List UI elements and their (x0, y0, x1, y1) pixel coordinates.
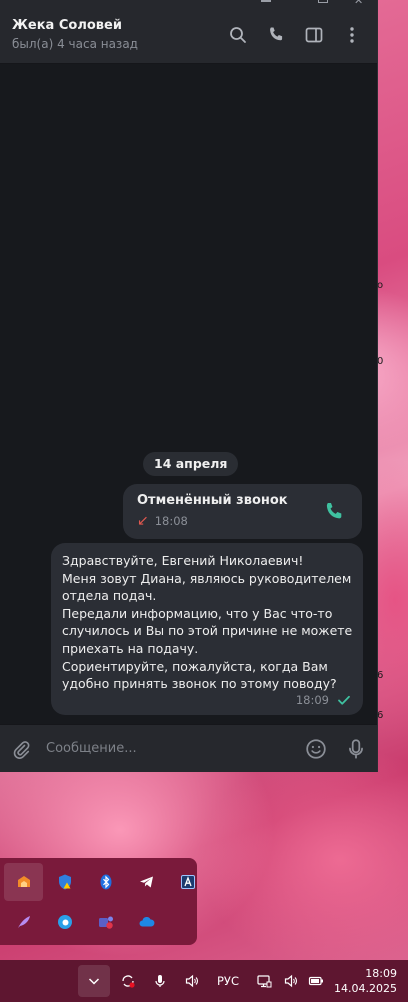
attach-paperclip-icon[interactable] (8, 736, 34, 762)
volume-button[interactable] (280, 965, 302, 997)
call-time: 18:08 (154, 514, 188, 528)
teams-icon (98, 916, 113, 929)
taskbar: РУС 18:09 14.04.2025 (0, 960, 408, 1002)
background-window-fragment: 0 (377, 356, 384, 367)
tray-icon-app-a[interactable] (168, 863, 207, 901)
background-window-fragment: 6 (377, 670, 384, 681)
tray-icon-onedrive[interactable] (127, 903, 166, 941)
maximize-icon[interactable] (318, 0, 328, 3)
minimize-icon[interactable] (261, 0, 271, 2)
call-back-icon[interactable] (322, 500, 346, 524)
network-button[interactable] (248, 965, 280, 997)
phone-call-icon[interactable] (263, 22, 289, 48)
sync-icon (122, 975, 135, 988)
message-line: удобно принять звонок по этому поводу? (62, 676, 337, 692)
background-window-fragment: o (377, 280, 384, 291)
tray-overflow-popup (0, 858, 197, 945)
message-line: Здравствуйте, Евгений Николаевич! (62, 553, 304, 568)
microphone-tray-button[interactable] (144, 965, 176, 997)
message-composer (0, 724, 377, 772)
tray-icon-telegram[interactable] (127, 863, 166, 901)
peer-status: был(а) 4 часа назад (12, 37, 138, 51)
tray-icon-teams[interactable] (86, 903, 125, 941)
tray-icon-edge[interactable] (45, 903, 84, 941)
clock-date: 14.04.2025 (334, 982, 397, 995)
message-time: 18:09 (295, 693, 329, 707)
clock-time: 18:09 (365, 967, 397, 980)
chat-header: Жека Соловей был(а) 4 часа назад (0, 6, 377, 64)
message-line: Сориентируйте, пожалуйста, когда Вам (62, 658, 328, 674)
network-icon (257, 975, 272, 988)
tray-icon-app-orange[interactable] (4, 863, 43, 901)
peer-name: Жека Соловей (12, 18, 122, 33)
call-title: Отменённый звонок (137, 493, 288, 508)
message-line: отдела подач. (62, 588, 157, 604)
peer-info[interactable]: Жека Соловей был(а) 4 часа назад (12, 18, 225, 51)
chevron-down-icon (88, 978, 100, 985)
tray-icon-bluetooth[interactable] (86, 863, 125, 901)
message-input[interactable] (34, 741, 303, 756)
telegram-window: ✕ Жека Соловей был(а) 4 часа назад 14 ап… (0, 0, 378, 772)
outgoing-message[interactable]: Здравствуйте, Евгений Николаевич! Меня з… (51, 543, 363, 715)
volume-tray-button[interactable] (176, 965, 208, 997)
message-line: Передали информацию, что у Вас что-то (62, 605, 333, 621)
microphone-icon (155, 975, 165, 987)
clock[interactable]: 18:09 14.04.2025 (334, 966, 397, 996)
message-line: Меня зовут Диана, являюсь руководителем (62, 570, 352, 586)
sync-status-button[interactable] (112, 965, 144, 997)
background-window-fragment: 6 (377, 710, 384, 721)
emoji-icon[interactable] (303, 736, 329, 762)
show-hidden-icons-button[interactable] (78, 965, 110, 997)
app-orange-icon (17, 876, 30, 887)
more-options-icon[interactable] (339, 22, 365, 48)
feather-icon (17, 916, 30, 928)
shield-warning-icon (58, 874, 71, 890)
cancelled-call-message[interactable]: Отменённый звонок ↙ 18:08 (123, 484, 362, 539)
speaker-icon (284, 974, 297, 988)
speaker-icon (185, 974, 198, 988)
window-titlebar: ✕ (0, 0, 377, 6)
missed-call-arrow-icon: ↙ (137, 513, 149, 529)
bluetooth-icon (100, 874, 111, 890)
tray-icon-defender[interactable] (45, 863, 84, 901)
close-window-icon[interactable]: ✕ (354, 0, 363, 6)
message-list[interactable]: 14 апреля Отменённый звонок ↙ 18:08 Здра… (0, 64, 377, 724)
app-a-icon (180, 875, 195, 889)
tray-icon-feather[interactable] (4, 903, 43, 941)
single-check-icon (338, 695, 350, 705)
telegram-icon (139, 876, 153, 888)
date-separator: 14 апреля (143, 452, 239, 476)
microphone-icon[interactable] (343, 736, 369, 762)
battery-icon (308, 976, 323, 986)
search-icon[interactable] (225, 22, 251, 48)
message-line: случилось и Вы по этой причине не можете (62, 623, 353, 639)
cloud-icon (139, 916, 154, 927)
message-line: приехать на подачу. (62, 640, 199, 656)
sidebar-toggle-icon[interactable] (301, 22, 327, 48)
browser-update-icon (57, 915, 72, 929)
battery-button[interactable] (302, 965, 330, 997)
input-language-indicator[interactable]: РУС (208, 974, 248, 988)
